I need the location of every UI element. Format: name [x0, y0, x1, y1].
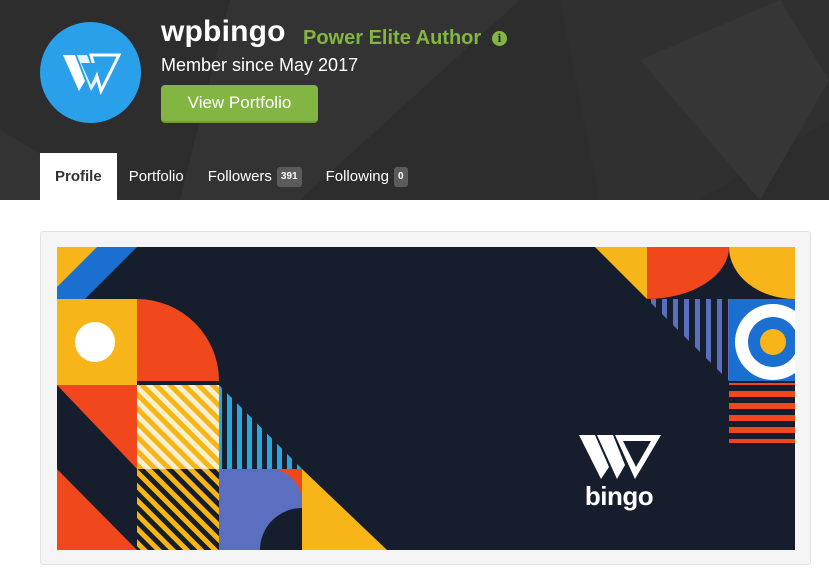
- avatar[interactable]: [40, 22, 141, 123]
- profile-banner-image: bingo: [57, 247, 795, 550]
- info-icon[interactable]: i: [492, 31, 507, 46]
- member-since: Member since May 2017: [161, 55, 359, 75]
- tab-label: Followers: [207, 168, 272, 185]
- banner-geometric-artwork: [57, 247, 795, 550]
- profile-tabs: Profile Portfolio Followers 391 Followin…: [40, 153, 420, 200]
- profile-header: wpbingo Power Elite Author i Member sinc…: [0, 0, 829, 200]
- tab-profile[interactable]: Profile: [40, 153, 117, 200]
- wpbingo-logo-icon: [62, 53, 121, 95]
- profile-banner-card: bingo: [40, 231, 811, 565]
- tab-label: Following: [325, 168, 389, 185]
- view-portfolio-button[interactable]: View Portfolio: [161, 85, 318, 123]
- tab-portfolio[interactable]: Portfolio: [117, 153, 196, 200]
- followers-count-badge: 391: [276, 166, 302, 187]
- banner-logo-text: bingo: [584, 481, 654, 511]
- following-count-badge: 0: [393, 166, 408, 187]
- tab-following[interactable]: Following 0: [314, 153, 420, 200]
- tab-label: Profile: [55, 168, 102, 185]
- tab-followers[interactable]: Followers 391: [196, 153, 314, 200]
- author-level-badge: Power Elite Author: [303, 27, 482, 49]
- bingo-logo-icon: [579, 435, 661, 479]
- username: wpbingo: [161, 15, 286, 48]
- tab-label: Portfolio: [128, 168, 184, 185]
